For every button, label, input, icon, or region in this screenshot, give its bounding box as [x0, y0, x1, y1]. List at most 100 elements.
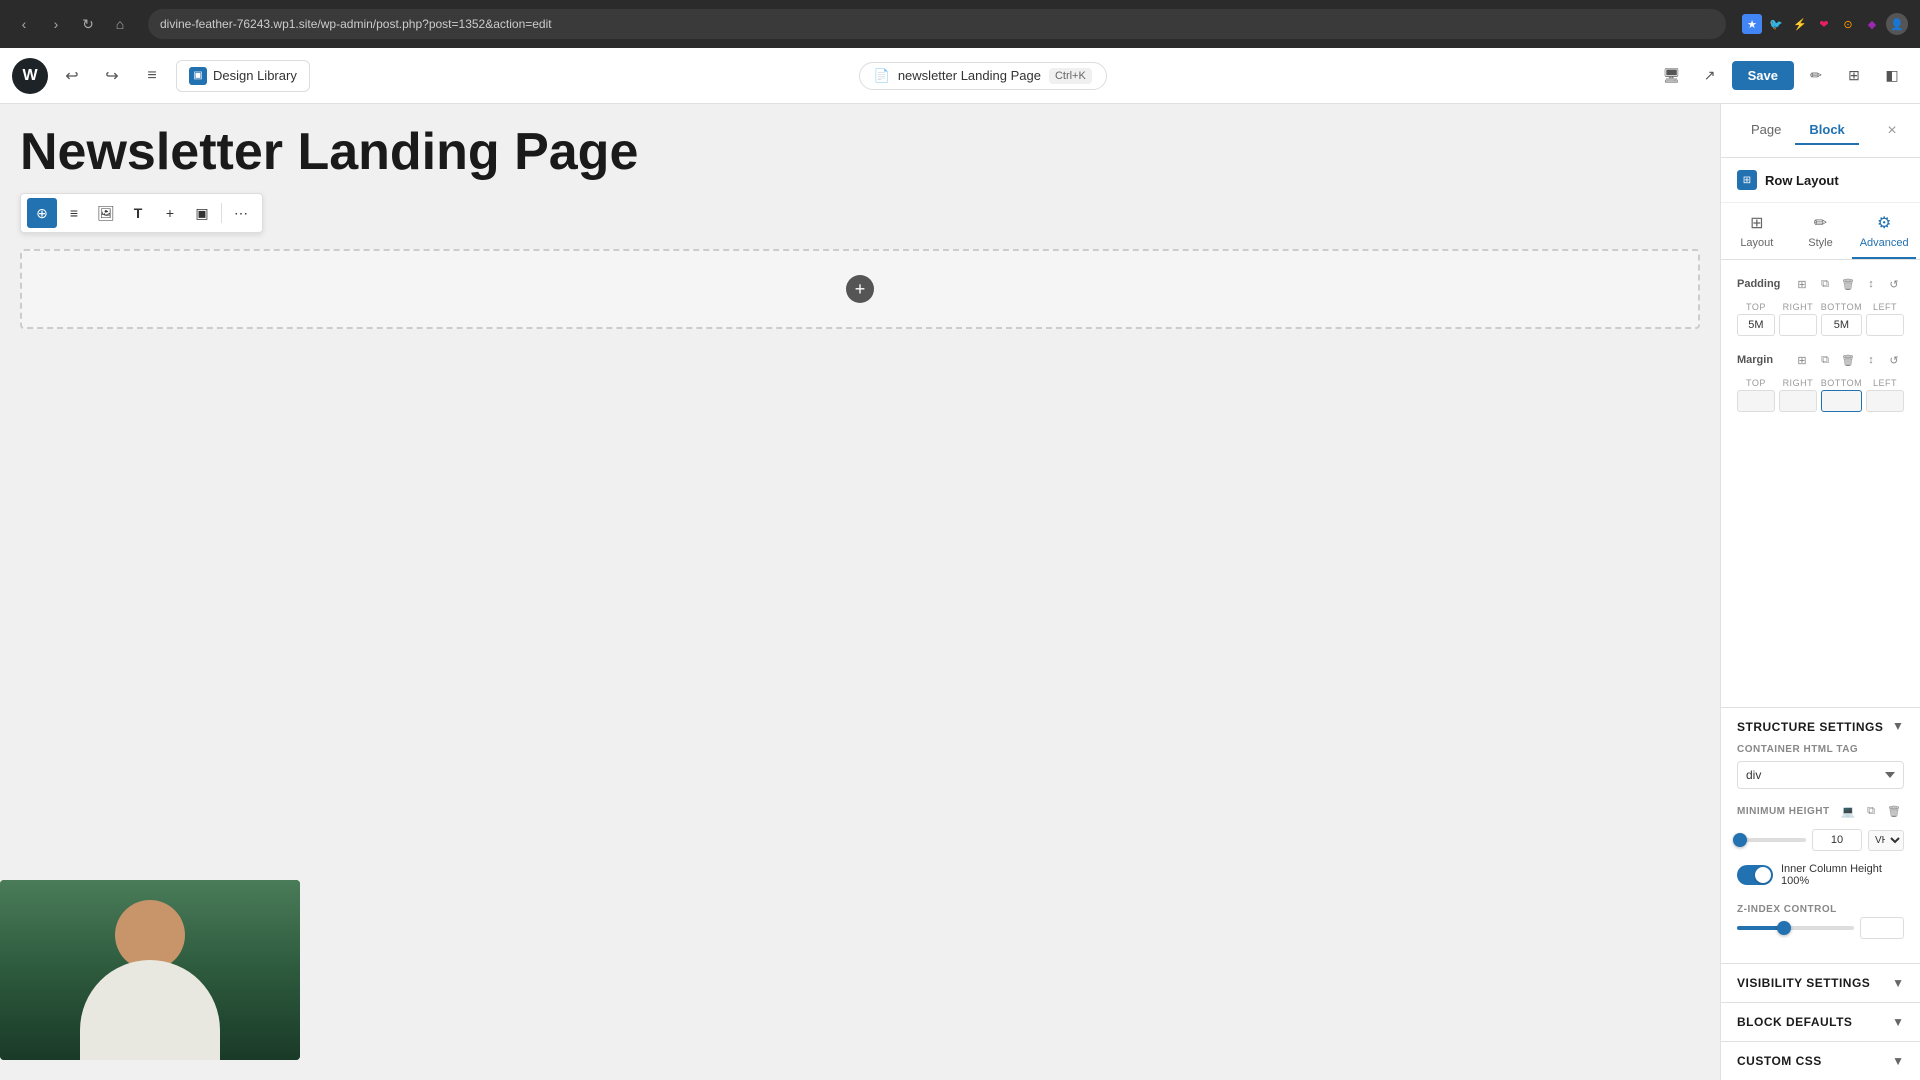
video-person: [0, 880, 300, 1060]
sub-tab-layout-label: Layout: [1740, 237, 1773, 249]
preview-desktop-button[interactable]: 🖥: [1656, 60, 1688, 92]
save-button[interactable]: Save: [1732, 61, 1794, 90]
ext-icon-1[interactable]: ★: [1742, 14, 1762, 34]
sidebar-toggle-button[interactable]: ◧: [1876, 60, 1908, 92]
min-height-row: Minimum Height 💻 ⧉ 🗑: [1737, 801, 1904, 821]
margin-right-input[interactable]: [1779, 390, 1817, 412]
advanced-icon: ⚙: [1877, 213, 1891, 233]
z-index-value-input[interactable]: [1860, 917, 1904, 939]
padding-left-input[interactable]: [1866, 314, 1904, 336]
min-height-delete-btn[interactable]: 🗑: [1884, 801, 1904, 821]
right-panel: Page Block × ⊞ Row Layout ⊞ Layout ✏: [1720, 104, 1920, 1080]
structure-settings-chevron: ▲: [1892, 720, 1904, 734]
redo-button[interactable]: ↪: [96, 60, 128, 92]
padding-right-label: RIGHT: [1783, 302, 1814, 312]
block-image-button[interactable]: 🖼: [91, 198, 121, 228]
custom-css-title: Custom CSS: [1737, 1054, 1822, 1068]
undo-button[interactable]: ↩: [56, 60, 88, 92]
structure-settings-title: Structure Settings: [1737, 720, 1883, 734]
padding-top-input[interactable]: [1737, 314, 1775, 336]
padding-expand-btn[interactable]: ↕: [1861, 274, 1881, 294]
add-block-button[interactable]: +: [846, 275, 874, 303]
profile-icon[interactable]: 👤: [1886, 13, 1908, 35]
ext-icon-2[interactable]: 🐦: [1766, 14, 1786, 34]
block-defaults-section[interactable]: Block Defaults ▼: [1721, 1002, 1920, 1041]
ext-icon-6[interactable]: ◆: [1862, 14, 1882, 34]
margin-bottom-input[interactable]: [1821, 390, 1862, 412]
preview-external-button[interactable]: ↗: [1694, 60, 1726, 92]
page-name-pill[interactable]: 📄 newsletter Landing Page Ctrl+K: [859, 62, 1107, 90]
home-button[interactable]: ⌂: [108, 12, 132, 36]
block-add-button[interactable]: +: [155, 198, 185, 228]
sub-tab-advanced-label: Advanced: [1860, 237, 1909, 249]
tab-block[interactable]: Block: [1795, 116, 1858, 145]
structure-settings-section: Structure Settings ▲ CONTAINER HTML TAG …: [1721, 707, 1920, 963]
margin-top-label: TOP: [1746, 378, 1766, 388]
visibility-settings-section[interactable]: Visibility Settings ▼: [1721, 963, 1920, 1002]
padding-right-cell: RIGHT: [1779, 302, 1817, 336]
block-media-button[interactable]: ▣: [187, 198, 217, 228]
inner-column-height-toggle[interactable]: [1737, 865, 1773, 885]
panel-tabs: Page Block: [1737, 116, 1859, 145]
margin-delete-btn[interactable]: 🗑: [1838, 350, 1858, 370]
wp-toolbar: W ↩ ↪ ≡ ▣ Design Library 📄 newsletter La…: [0, 48, 1920, 104]
margin-link-btn[interactable]: ⊞: [1792, 350, 1812, 370]
min-height-track[interactable]: [1737, 838, 1806, 842]
margin-copy-btn[interactable]: ⧉: [1815, 350, 1835, 370]
padding-left-label: LEFT: [1873, 302, 1897, 312]
margin-left-input[interactable]: [1866, 390, 1904, 412]
visibility-settings-title: Visibility Settings: [1737, 976, 1870, 990]
block-more-button[interactable]: ⋯: [226, 198, 256, 228]
url-bar[interactable]: divine-feather-76243.wp1.site/wp-admin/p…: [148, 9, 1726, 39]
sub-tab-style[interactable]: ✏ Style: [1789, 203, 1853, 259]
block-text-button[interactable]: T: [123, 198, 153, 228]
extensions-area: ★ 🐦 ⚡ ❤ ⊙ ◆ 👤: [1742, 13, 1908, 35]
min-height-thumb[interactable]: [1733, 833, 1747, 847]
ext-icon-4[interactable]: ❤: [1814, 14, 1834, 34]
padding-copy-btn[interactable]: ⧉: [1815, 274, 1835, 294]
block-toolbar: ⊕ ≡ 🖼 T + ▣ ⋯: [20, 193, 263, 233]
min-height-unit-select[interactable]: VH px %: [1868, 830, 1904, 851]
structure-settings-header[interactable]: Structure Settings ▲: [1737, 720, 1904, 734]
margin-reset-btn[interactable]: ↺: [1884, 350, 1904, 370]
sub-tab-style-label: Style: [1808, 237, 1832, 249]
margin-expand-btn[interactable]: ↕: [1861, 350, 1881, 370]
min-height-value-input[interactable]: [1812, 829, 1862, 851]
panel-header: Page Block ×: [1721, 104, 1920, 158]
inner-column-height-label: Inner Column Height 100%: [1781, 863, 1904, 887]
shortcut-badge: Ctrl+K: [1049, 68, 1092, 84]
design-library-label: Design Library: [213, 68, 297, 83]
sub-tab-advanced[interactable]: ⚙ Advanced: [1852, 203, 1916, 259]
sub-tab-layout[interactable]: ⊞ Layout: [1725, 203, 1789, 259]
z-index-track[interactable]: [1737, 926, 1854, 930]
edit-icon-button[interactable]: ✏: [1800, 60, 1832, 92]
min-height-copy-btn[interactable]: ⧉: [1861, 801, 1881, 821]
toolbar-divider: [221, 203, 222, 223]
padding-bottom-input[interactable]: [1821, 314, 1862, 336]
tab-page[interactable]: Page: [1737, 116, 1795, 145]
settings-icon-button[interactable]: ⊞: [1838, 60, 1870, 92]
wp-logo[interactable]: W: [12, 58, 48, 94]
custom-css-section[interactable]: Custom CSS ▼: [1721, 1041, 1920, 1080]
block-align-button[interactable]: ≡: [59, 198, 89, 228]
content-block[interactable]: +: [20, 249, 1700, 329]
block-defaults-chevron: ▼: [1892, 1015, 1904, 1029]
block-move-button[interactable]: ⊕: [27, 198, 57, 228]
padding-delete-btn[interactable]: 🗑: [1838, 274, 1858, 294]
toolbar-right: 🖥 ↗ Save ✏ ⊞ ◧: [1656, 60, 1908, 92]
padding-link-btn[interactable]: ⊞: [1792, 274, 1812, 294]
list-view-button[interactable]: ≡: [136, 60, 168, 92]
back-button[interactable]: ‹: [12, 12, 36, 36]
min-height-device-btn[interactable]: 💻: [1838, 801, 1858, 821]
z-index-thumb[interactable]: [1777, 921, 1791, 935]
container-tag-select[interactable]: div section article header footer: [1737, 761, 1904, 789]
forward-button[interactable]: ›: [44, 12, 68, 36]
margin-top-input[interactable]: [1737, 390, 1775, 412]
ext-icon-5[interactable]: ⊙: [1838, 14, 1858, 34]
padding-reset-btn[interactable]: ↺: [1884, 274, 1904, 294]
padding-right-input[interactable]: [1779, 314, 1817, 336]
panel-close-button[interactable]: ×: [1880, 119, 1904, 143]
ext-icon-3[interactable]: ⚡: [1790, 14, 1810, 34]
reload-button[interactable]: ↻: [76, 12, 100, 36]
design-library-button[interactable]: ▣ Design Library: [176, 60, 310, 92]
